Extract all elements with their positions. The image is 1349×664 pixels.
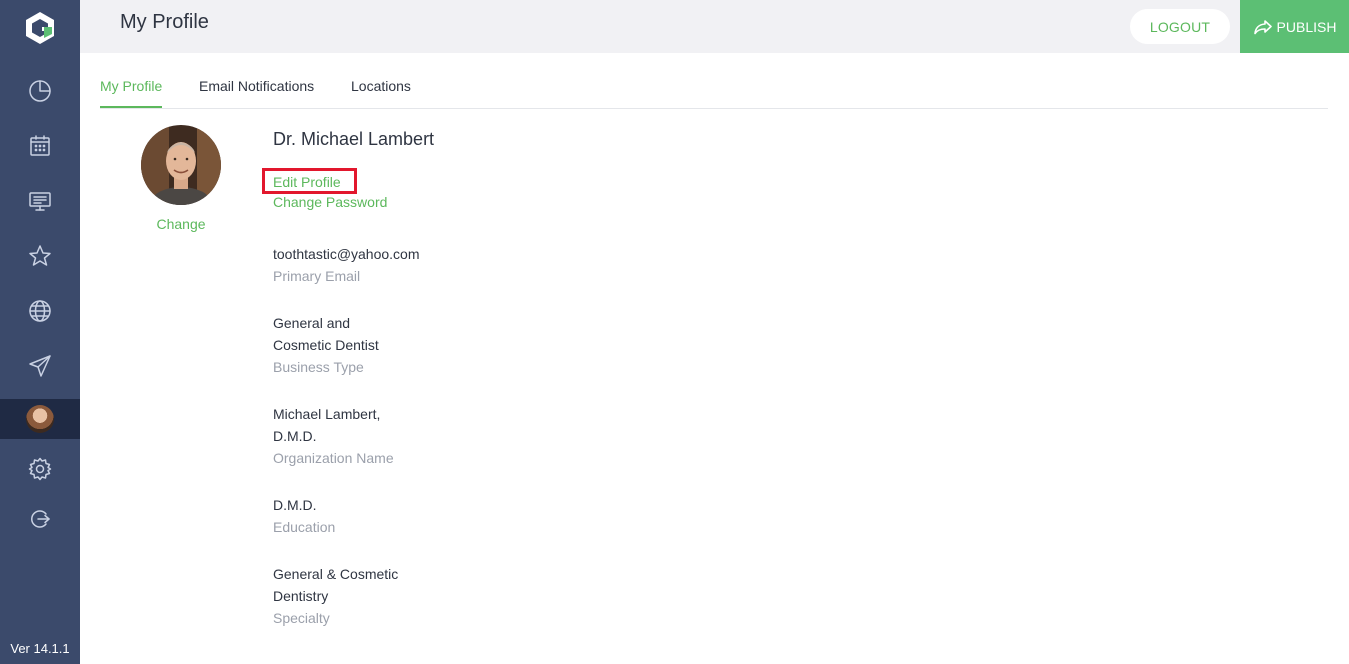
sidebar-item-send[interactable] [0,346,80,386]
share-arrow-icon [1253,19,1272,34]
page-title: My Profile [120,11,209,33]
monitor-icon [29,192,51,211]
app-logo[interactable] [22,10,58,46]
tab-my-profile[interactable]: My Profile [100,78,163,108]
avatar [26,405,54,433]
business-type-label: Business Type [273,359,364,375]
star-icon [29,245,51,266]
profile-tabs: My Profile Email Notifications Locations [100,70,1328,109]
primary-email-field: toothtastic@yahoo.com Primary Email [273,243,473,287]
business-type-value-line2: Cosmetic Dentist [273,337,379,353]
specialty-label: Specialty [273,610,330,626]
change-photo-link[interactable]: Change [141,216,221,232]
education-label: Education [273,519,336,535]
organization-name-field: Michael Lambert, D.M.D. Organization Nam… [273,403,473,469]
globe-icon [29,300,51,322]
specialty-value-line2: Dentistry [273,588,329,604]
profile-photo [141,125,221,205]
sidebar-item-calendar[interactable] [0,126,80,166]
specialty-field: General & Cosmetic Dentistry Specialty [273,563,473,629]
calendar-icon [30,135,50,156]
logout-icon [31,510,50,528]
organization-name-value-line2: D.M.D. [273,428,317,444]
header: My Profile LOGOUT PUBLISH [80,0,1349,53]
logout-button[interactable]: LOGOUT [1130,9,1230,44]
publish-button[interactable]: PUBLISH [1240,0,1349,53]
specialty-value-line1: General & Cosmetic [273,566,399,582]
pie-chart-icon [29,80,51,102]
change-password-link[interactable]: Change Password [273,194,387,210]
profile-name: Dr. Michael Lambert [273,129,435,149]
sidebar-item-reviews[interactable] [0,236,80,276]
sidebar-item-settings[interactable] [0,449,80,489]
business-type-value-line1: General and [273,315,351,331]
education-field: D.M.D. Education [273,494,473,538]
organization-name-label: Organization Name [273,450,394,466]
business-type-field: General and Cosmetic Dentist Business Ty… [273,312,473,378]
publish-label: PUBLISH [1276,18,1337,35]
sidebar-item-logout[interactable] [0,499,80,539]
tab-locations[interactable]: Locations [351,78,411,106]
send-icon [29,355,51,377]
sidebar-item-presentation[interactable] [0,181,80,221]
edit-profile-highlight [262,168,357,194]
education-value: D.M.D. [273,497,317,513]
gear-icon [28,457,52,481]
primary-email-label: Primary Email [273,268,361,284]
sidebar-item-website[interactable] [0,291,80,331]
sidebar-item-profile[interactable] [0,399,80,439]
organization-name-value-line1: Michael Lambert, [273,406,381,422]
tab-email-notifications[interactable]: Email Notifications [199,78,314,106]
sidebar: Ver 14.1.1 [0,0,80,664]
primary-email-value: toothtastic@yahoo.com [273,246,420,262]
version-label: Ver 14.1.1 [10,641,70,656]
sidebar-item-dashboard[interactable] [0,71,80,111]
